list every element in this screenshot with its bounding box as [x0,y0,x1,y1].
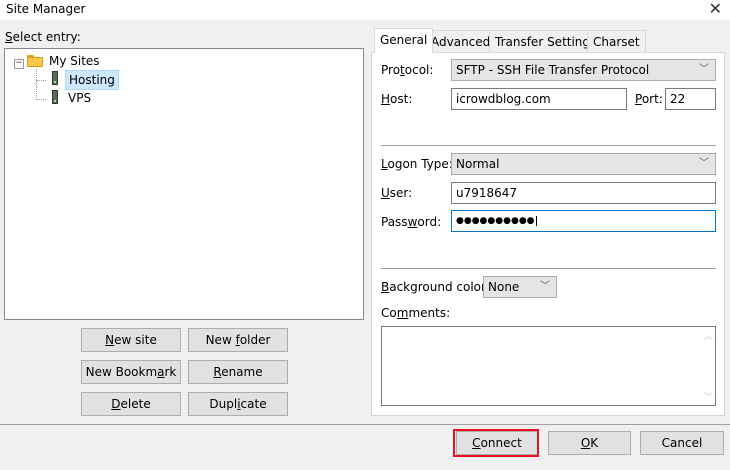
background-color-label: Background color: [381,280,490,294]
duplicate-button[interactable]: Duplicate [188,392,288,416]
connect-highlight [453,429,539,457]
new-site-button[interactable]: New site [81,328,181,352]
site-tree[interactable]: − My Sites Hosting VPS [4,48,364,320]
tab-charset[interactable]: Charset [587,30,646,52]
chevron-down-icon: ﹀ [699,158,709,169]
tree-item-vps[interactable]: VPS [68,89,91,107]
comments-textarea[interactable]: ︿ ﹀ [381,326,716,406]
host-input[interactable]: icrowdblog.com [451,88,627,110]
tab-general[interactable]: General [374,28,434,53]
select-entry-label: Select entry: [5,30,81,44]
chevron-down-icon: ﹀ [540,281,550,292]
user-input[interactable]: u7918647 [451,182,716,204]
scroll-down-icon[interactable]: ﹀ [704,390,713,403]
tree-item-my-sites[interactable]: My Sites [49,52,100,70]
text-cursor [535,216,537,226]
background-color-select[interactable]: None ﹀ [483,276,557,298]
tree-line [36,80,46,81]
password-input[interactable]: ●●●●●●●●●● [451,210,716,232]
close-icon[interactable]: ✕ [709,0,722,18]
port-label: Port: [635,92,663,106]
rename-button[interactable]: Rename [188,360,288,384]
chevron-down-icon: ﹀ [699,64,709,75]
new-bookmark-button[interactable]: New Bookmark [81,360,181,384]
protocol-select[interactable]: SFTP - SSH File Transfer Protocol ﹀ [451,59,716,81]
logon-type-select[interactable]: Normal ﹀ [451,153,716,175]
new-folder-button[interactable]: New folder [188,328,288,352]
host-label: Host: [381,92,413,106]
cancel-button[interactable]: Cancel [640,431,724,455]
folder-icon [27,55,43,67]
separator [381,268,716,269]
title-bar [0,0,730,20]
tree-item-hosting[interactable]: Hosting [65,70,119,90]
server-icon [52,71,58,85]
separator [381,145,716,146]
delete-button[interactable]: Delete [81,392,181,416]
collapse-icon[interactable]: − [14,59,24,69]
footer-separator [0,424,730,425]
tree-line [36,69,37,100]
window-title: Site Manager [6,2,86,16]
password-label: Password: [381,215,442,229]
logon-type-label: Logon Type: [381,157,453,171]
user-label: User: [381,186,413,200]
scroll-up-icon[interactable]: ︿ [704,329,713,342]
ok-button[interactable]: OK [548,431,631,455]
server-icon [52,90,58,104]
tree-line [36,99,46,100]
port-input[interactable]: 22 [665,88,716,110]
tab-advanced[interactable]: Advanced [425,30,497,52]
comments-label: Comments: [381,306,451,320]
protocol-label: Protocol: [381,63,434,77]
tab-transfer-settings[interactable]: Transfer Settings [489,30,603,52]
